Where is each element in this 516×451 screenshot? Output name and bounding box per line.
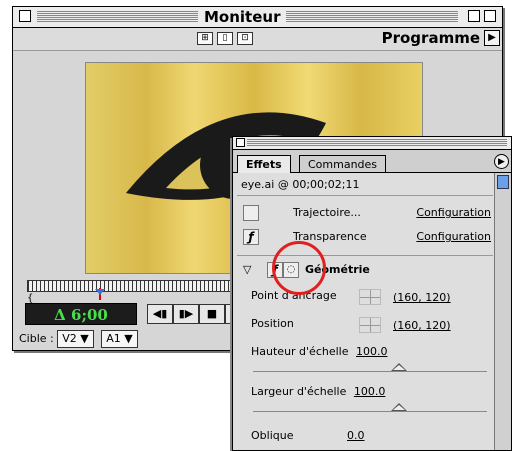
video-target-select[interactable]: V2 ▼ [57, 330, 94, 348]
monitor-title: Moniteur [198, 7, 287, 27]
effects-close-icon[interactable] [236, 138, 245, 147]
trajectoire-toggle[interactable] [243, 205, 259, 221]
position-value[interactable]: (160, 120) [393, 319, 451, 332]
trajectoire-row: Trajectoire... Configuration [243, 203, 491, 223]
width-scale-label: Largeur d'échelle 100.0 [251, 385, 386, 398]
skew-value[interactable]: 0.0 [347, 429, 365, 442]
transparence-config-link[interactable]: Configuration [416, 227, 491, 247]
palette-menu-icon[interactable]: ▶ [494, 154, 509, 169]
step-forward-button[interactable]: ▮▶ [173, 304, 199, 324]
effects-window: Effets Commandes ▶ eye.ai @ 00;00;02;11 … [232, 136, 512, 451]
cible-label: Cible : [19, 332, 54, 345]
monitor-titlebar[interactable]: Moniteur [13, 7, 502, 28]
effects-titlebar-stripes [247, 139, 507, 147]
tab-effets[interactable]: Effets [237, 155, 291, 173]
target-row: Cible : V2 ▼ A1 ▼ [19, 330, 239, 348]
dual-view-icon[interactable]: ⊞ [197, 32, 213, 45]
audio-target-select[interactable]: A1 ▼ [101, 330, 138, 348]
zoom-box-icon[interactable] [484, 10, 496, 22]
monitor-toolbar: ⊞ ▯ ⊡ Programme ▶ [13, 28, 502, 51]
transparence-row: ƒ Transparence Configuration [243, 227, 491, 247]
divider [237, 195, 493, 196]
anchor-crosshair-icon[interactable] [359, 289, 381, 305]
anchor-value[interactable]: (160, 120) [393, 291, 451, 304]
program-label: Programme [381, 29, 480, 47]
height-scale-value[interactable]: 100.0 [356, 345, 388, 358]
effects-scrollbar[interactable] [494, 173, 511, 450]
disclosure-triangle-icon[interactable]: ▽ [243, 260, 251, 280]
highlight-circle [272, 241, 326, 295]
effects-titlebar[interactable] [233, 137, 511, 150]
transparence-toggle-icon[interactable]: ƒ [243, 229, 259, 245]
scroll-thumb[interactable] [497, 175, 509, 189]
collapse-box-icon[interactable] [468, 10, 480, 22]
effects-tabs: Effets Commandes ▶ [233, 150, 511, 173]
trajectoire-config-link[interactable]: Configuration [416, 203, 491, 223]
step-back-button[interactable]: ◀▮ [147, 304, 173, 324]
tab-commandes[interactable]: Commandes [299, 155, 387, 172]
playhead-marker[interactable] [95, 289, 105, 295]
timecode-display[interactable]: Δ 6;00 [25, 303, 137, 325]
clip-info: eye.ai @ 00;00;02;11 [241, 178, 360, 191]
width-scale-value[interactable]: 100.0 [354, 385, 386, 398]
position-label: Position [251, 317, 294, 330]
single-view-icon[interactable]: ▯ [217, 32, 233, 45]
height-scale-label: Hauteur d'échelle 100.0 [251, 345, 388, 358]
trajectoire-label: Trajectoire... [293, 206, 361, 219]
height-scale-slider[interactable] [253, 371, 487, 372]
height-scale-slider-thumb[interactable] [391, 363, 407, 371]
skew-label: Oblique [251, 429, 294, 442]
trim-view-icon[interactable]: ⊡ [237, 32, 253, 45]
width-scale-slider[interactable] [253, 411, 487, 412]
close-box-icon[interactable] [19, 10, 31, 22]
width-scale-slider-thumb[interactable] [391, 403, 407, 411]
position-crosshair-icon[interactable] [359, 317, 381, 333]
program-menu-arrow-icon[interactable]: ▶ [484, 30, 500, 46]
stop-button[interactable]: ■ [199, 304, 225, 324]
